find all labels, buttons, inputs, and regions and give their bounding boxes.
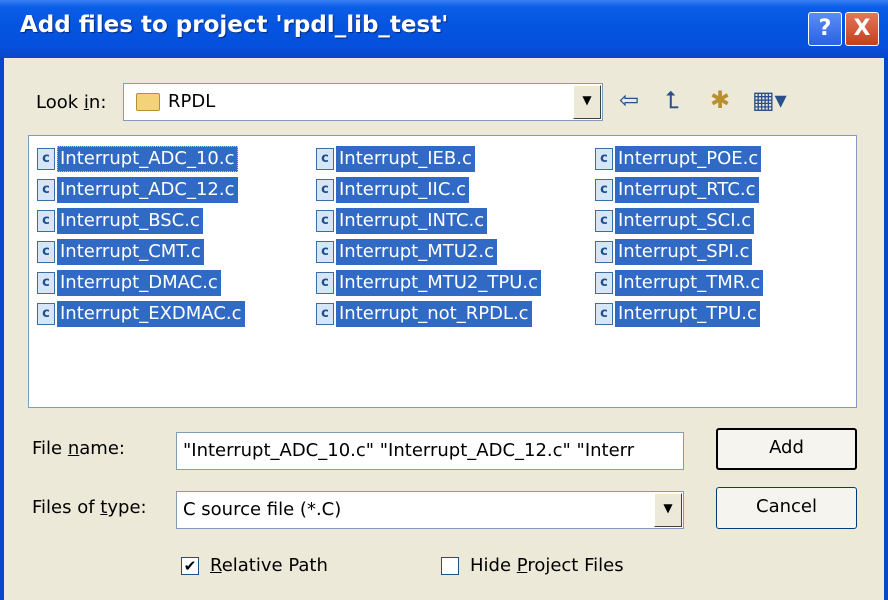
add-button[interactable]: Add <box>716 428 857 470</box>
cancel-button[interactable]: Cancel <box>716 487 857 529</box>
list-item[interactable]: c Interrupt_IIC.c <box>316 177 470 203</box>
file-type-value: C source file (*.C) <box>183 499 342 520</box>
c-file-icon: c <box>37 148 55 170</box>
file-list[interactable]: c Interrupt_ADC_10.c c Interrupt_ADC_12.c … <box>28 135 857 408</box>
c-file-icon: c <box>316 179 334 201</box>
relative-path-label[interactable]: Relative Path <box>210 555 328 576</box>
window-frame-left <box>0 58 4 600</box>
list-item[interactable]: c Interrupt_CMT.c <box>37 239 204 265</box>
file-type-label: Files of type: <box>32 497 147 518</box>
file-name-input[interactable]: "Interrupt_ADC_10.c" "Interrupt_ADC_12.c… <box>176 432 684 470</box>
c-file-icon: c <box>595 179 613 201</box>
c-file-icon: c <box>316 272 334 294</box>
c-file-icon: c <box>595 241 613 263</box>
c-file-icon: c <box>37 179 55 201</box>
file-name: Interrupt_SCI.c <box>615 208 755 234</box>
chevron-down-icon[interactable]: ▼ <box>654 493 682 527</box>
list-item[interactable]: c Interrupt_INTC.c <box>316 208 488 234</box>
view-menu-icon[interactable]: ▦▾ <box>752 88 787 112</box>
list-item[interactable]: c Interrupt_not_RPDL.c <box>316 301 532 327</box>
file-name: Interrupt_MTU2.c <box>336 239 497 265</box>
c-file-icon: c <box>595 272 613 294</box>
help-button[interactable]: ? <box>808 12 842 46</box>
file-name: Interrupt_EXDMAC.c <box>57 301 245 327</box>
c-file-icon: c <box>595 148 613 170</box>
hide-project-files-checkbox[interactable] <box>441 557 459 575</box>
c-file-icon: c <box>595 303 613 325</box>
c-file-icon: c <box>316 210 334 232</box>
list-item[interactable]: c Interrupt_IEB.c <box>316 146 475 172</box>
file-name: Interrupt_RTC.c <box>615 177 759 203</box>
file-name: Interrupt_ADC_10.c <box>57 146 238 172</box>
file-name: Interrupt_MTU2_TPU.c <box>336 270 542 296</box>
list-item[interactable]: c Interrupt_RTC.c <box>595 177 759 203</box>
chevron-down-icon[interactable]: ▼ <box>573 85 601 119</box>
c-file-icon: c <box>316 148 334 170</box>
window-frame-right <box>884 58 888 600</box>
file-name: Interrupt_TPU.c <box>615 301 760 327</box>
file-name: Interrupt_IIC.c <box>336 177 470 203</box>
file-name: Interrupt_TMR.c <box>615 270 764 296</box>
list-item[interactable]: c Interrupt_TPU.c <box>595 301 760 327</box>
list-item[interactable]: c Interrupt_DMAC.c <box>37 270 221 296</box>
list-item[interactable]: c Interrupt_MTU2_TPU.c <box>316 270 542 296</box>
c-file-icon: c <box>595 210 613 232</box>
list-item[interactable]: c Interrupt_ADC_10.c <box>37 146 238 172</box>
c-file-icon: c <box>37 210 55 232</box>
c-file-icon: c <box>316 303 334 325</box>
back-icon[interactable]: ⇦ <box>619 88 639 112</box>
file-name: Interrupt_DMAC.c <box>57 270 221 296</box>
file-type-dropdown[interactable]: C source file (*.C) ▼ <box>176 491 684 529</box>
list-item[interactable]: c Interrupt_MTU2.c <box>316 239 497 265</box>
file-name: Interrupt_INTC.c <box>336 208 488 234</box>
file-name: Interrupt_not_RPDL.c <box>336 301 532 327</box>
window-title: Add files to project 'rpdl_lib_test' <box>20 12 449 38</box>
file-name: Interrupt_CMT.c <box>57 239 204 265</box>
c-file-icon: c <box>37 272 55 294</box>
new-folder-icon[interactable]: ✱ <box>710 88 730 112</box>
list-item[interactable]: c Interrupt_EXDMAC.c <box>37 301 245 327</box>
list-item[interactable]: c Interrupt_POE.c <box>595 146 762 172</box>
look-in-dropdown[interactable]: RPDL ▼ <box>123 83 603 121</box>
up-folder-icon[interactable]: ⮤ <box>665 88 679 112</box>
list-item[interactable]: c Interrupt_ADC_12.c <box>37 177 238 203</box>
file-name: Interrupt_POE.c <box>615 146 762 172</box>
file-name: Interrupt_BSC.c <box>57 208 203 234</box>
look-in-label: Look in: <box>36 92 107 113</box>
close-button[interactable]: X <box>845 12 879 46</box>
file-name: Interrupt_IEB.c <box>336 146 475 172</box>
list-item[interactable]: c Interrupt_BSC.c <box>37 208 203 234</box>
file-name-label: File name: <box>32 438 125 459</box>
c-file-icon: c <box>316 241 334 263</box>
look-in-value: RPDL <box>168 91 216 112</box>
folder-icon <box>136 93 160 111</box>
list-item[interactable]: c Interrupt_SCI.c <box>595 208 755 234</box>
relative-path-checkbox[interactable]: ✔ <box>181 557 199 575</box>
list-item[interactable]: c Interrupt_SPI.c <box>595 239 753 265</box>
file-name: Interrupt_SPI.c <box>615 239 753 265</box>
file-name: Interrupt_ADC_12.c <box>57 177 238 203</box>
c-file-icon: c <box>37 303 55 325</box>
list-item[interactable]: c Interrupt_TMR.c <box>595 270 764 296</box>
title-bar[interactable]: Add files to project 'rpdl_lib_test' ? X <box>0 0 888 58</box>
c-file-icon: c <box>37 241 55 263</box>
hide-project-files-label[interactable]: Hide Project Files <box>470 555 624 576</box>
